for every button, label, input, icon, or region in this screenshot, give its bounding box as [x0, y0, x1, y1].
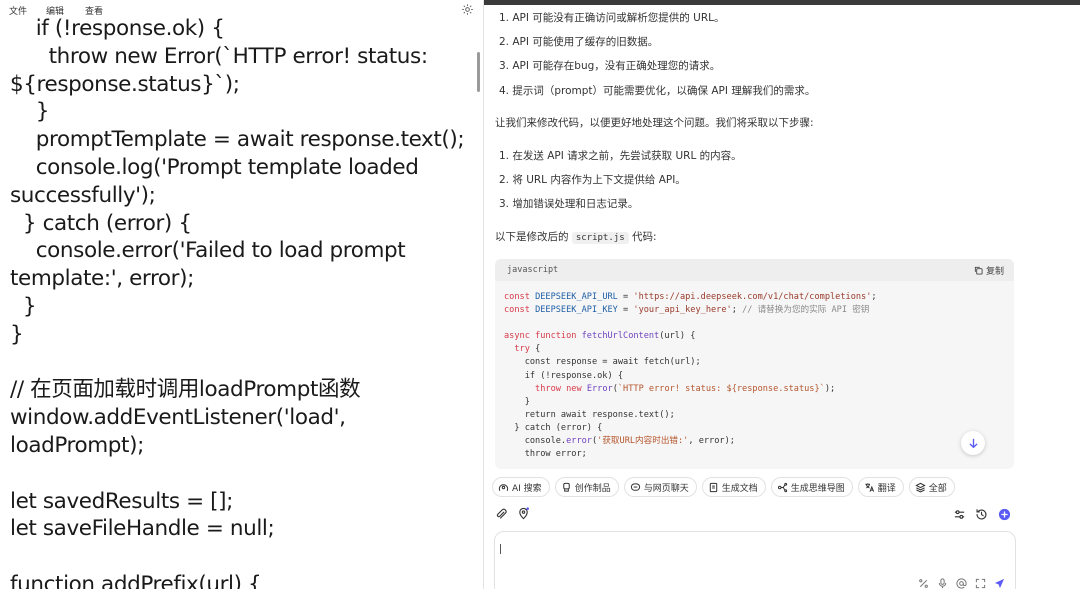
editor-line: function addPrefix(url) {: [10, 571, 262, 589]
editor-line: }: [10, 99, 50, 125]
microphone-icon[interactable]: [937, 577, 948, 589]
chat-bubble-icon: [630, 482, 640, 491]
all-tools-chip[interactable]: 全部: [908, 477, 955, 497]
list-item: 3. 增加错误处理和日志记录。: [499, 198, 639, 210]
location-pin-icon[interactable]: [517, 507, 530, 520]
composer-toolbar: [494, 506, 1014, 522]
copy-icon: [974, 266, 983, 275]
message-input[interactable]: [494, 531, 1016, 589]
editor-scrollbar[interactable]: [477, 52, 480, 92]
editor-line: let savedResults = [];: [10, 488, 233, 514]
editor-line: successfully');: [10, 182, 156, 208]
editor-line: console.error('Failed to load prompt: [10, 238, 406, 264]
editor-line: let saveFileHandle = null;: [10, 516, 275, 542]
editor-line: // 在页面加载时调用loadPrompt函数: [10, 377, 361, 403]
input-actions: [918, 577, 1005, 589]
ai-search-chip[interactable]: AI 搜索: [492, 477, 550, 497]
editor-line: } catch (error) {: [10, 210, 192, 236]
copy-label: 复制: [985, 266, 1004, 276]
editor-line: template:', error);: [10, 266, 194, 292]
chip-label: 翻译: [877, 483, 896, 494]
percent-icon[interactable]: [918, 578, 929, 589]
history-icon[interactable]: [975, 508, 988, 521]
list-item: 1. API 可能没有正确访问或解析您提供的 URL。: [499, 12, 725, 24]
editor-line: window.addEventListener('load',: [10, 405, 346, 431]
list-item: 4. 提示词（prompt）可能需要优化，以确保 API 理解我们的需求。: [499, 85, 816, 97]
inline-code-filename: script.js: [571, 232, 629, 244]
scroll-to-bottom-button[interactable]: [961, 431, 985, 455]
copy-button[interactable]: 复制: [974, 264, 1004, 277]
expand-icon[interactable]: [975, 578, 986, 589]
mindmap-icon: [777, 482, 787, 492]
chat-panel: 1. API 可能没有正确访问或解析您提供的 URL。 2. API 可能使用了…: [484, 0, 1080, 589]
editor-line: }: [10, 293, 37, 319]
list-item: 1. 在发送 API 请求之前，先尝试获取 URL 的内容。: [499, 150, 742, 162]
generate-mindmap-chip[interactable]: 生成思维导图: [770, 477, 853, 497]
tool-chips: AI 搜索 创作制品 与网页聊天 生成文档 生成思维导图 翻译 全部: [492, 477, 955, 497]
chip-label: AI 搜索: [512, 483, 542, 494]
chip-label: 生成文档: [721, 483, 758, 494]
chip-label: 生成思维导图: [790, 483, 845, 494]
chat-with-webpage-chip[interactable]: 与网页聊天: [623, 477, 697, 497]
code-content: const DEEPSEEK_API_URL = 'https://api.de…: [504, 292, 877, 460]
ai-search-icon: [498, 483, 509, 491]
at-sign-icon[interactable]: [956, 577, 967, 589]
chip-label: 创作制品: [574, 483, 611, 494]
generate-document-chip[interactable]: 生成文档: [701, 477, 766, 497]
paperclip-icon[interactable]: [495, 508, 508, 521]
code-intro-suffix: 代码:: [631, 231, 657, 243]
editor-line: throw new Error(`HTTP error! status:: [10, 43, 428, 69]
translate-chip[interactable]: 翻译: [857, 477, 904, 497]
text-editor-window: 文件 编辑 查看 if (!response.ok) { throw new E…: [0, 0, 483, 589]
list-item: 2. API 可能使用了缓存的旧数据。: [499, 36, 659, 48]
send-icon[interactable]: [994, 578, 1005, 589]
chip-label: 全部: [928, 483, 947, 494]
editor-content[interactable]: if (!response.ok) { throw new Error(`HTT…: [10, 15, 475, 589]
code-block-header: javascript 复制: [495, 259, 1014, 281]
layers-icon: [915, 482, 926, 493]
editor-line: loadPrompt);: [10, 432, 144, 458]
editor-line: }: [10, 321, 24, 347]
editor-line: promptTemplate = await response.text();: [10, 127, 465, 153]
document-icon: [709, 482, 717, 492]
translate-icon: [865, 482, 874, 492]
artifact-icon: [562, 482, 570, 492]
code-intro-text: 以下是修改后的: [495, 231, 569, 243]
code-block: javascript 复制 const DEEPSEEK_API_URL = '…: [495, 259, 1014, 469]
list-item: 2. 将 URL 内容作为上下文提供给 API。: [499, 174, 686, 186]
create-artifact-chip[interactable]: 创作制品: [554, 477, 619, 497]
code-intro: 以下是修改后的 script.js 代码:: [495, 229, 657, 244]
chip-label: 与网页聊天: [643, 483, 689, 494]
text-caret: [500, 544, 501, 554]
editor-line: console.log('Prompt template loaded: [10, 154, 419, 180]
intro-paragraph: 让我们来修改代码，以便更好地处理这个问题。我们将采取以下步骤:: [495, 117, 814, 129]
editor-line: ${response.status}`);: [10, 71, 240, 97]
arrow-down-icon: [969, 438, 977, 448]
list-item: 3. API 可能存在bug，没有正确处理您的请求。: [499, 60, 721, 72]
window-top-edge: [484, 0, 1080, 5]
editor-line: if (!response.ok) {: [10, 16, 225, 41]
settings-sliders-icon[interactable]: [953, 508, 966, 521]
new-chat-icon[interactable]: [998, 508, 1011, 521]
code-language-label: javascript: [507, 265, 559, 275]
